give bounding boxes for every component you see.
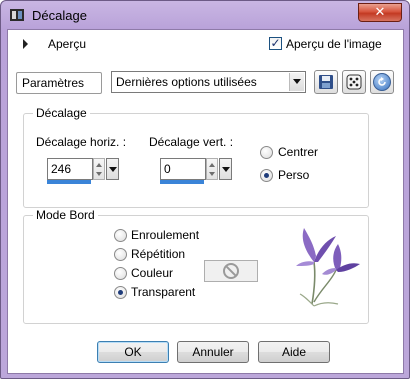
dialog-window: Décalage ✕ Aperçu ✓ Aperçu de l'image Pa… bbox=[0, 0, 410, 379]
window-title: Décalage bbox=[32, 8, 87, 23]
vert-offset-updown[interactable] bbox=[206, 158, 218, 180]
horiz-offset-updown[interactable] bbox=[93, 158, 105, 180]
radio-couleur[interactable] bbox=[114, 267, 127, 280]
vert-offset-label: Décalage vert. : bbox=[149, 135, 234, 149]
close-button[interactable]: ✕ bbox=[358, 3, 402, 22]
chevron-down-icon bbox=[109, 167, 117, 172]
radio-centrer-label[interactable]: Centrer bbox=[278, 145, 318, 159]
horiz-offset-input[interactable]: 246 bbox=[47, 158, 93, 180]
vert-offset-input[interactable]: 0 bbox=[160, 158, 206, 180]
horiz-offset-slider-bar[interactable] bbox=[47, 180, 91, 184]
radio-perso-label[interactable]: Perso bbox=[278, 168, 309, 182]
preview-image-checkbox[interactable]: ✓ bbox=[269, 37, 282, 50]
params-label: Paramètres bbox=[16, 72, 102, 94]
radio-repetition[interactable] bbox=[114, 248, 127, 261]
disabled-icon bbox=[223, 263, 239, 279]
title-bar[interactable]: Décalage ✕ bbox=[2, 2, 408, 28]
preview-row: Aperçu ✓ Aperçu de l'image bbox=[8, 30, 403, 58]
radio-couleur-label[interactable]: Couleur bbox=[131, 266, 173, 280]
save-preset-button[interactable] bbox=[314, 70, 338, 94]
horiz-offset-spinner: 246 bbox=[47, 158, 119, 184]
radio-repetition-label[interactable]: Répétition bbox=[131, 247, 185, 261]
radio-transparent[interactable] bbox=[114, 286, 127, 299]
params-dropdown-button[interactable] bbox=[289, 73, 304, 91]
help-button[interactable]: Aide bbox=[258, 341, 330, 363]
vert-offset-dropdown[interactable] bbox=[219, 158, 232, 180]
arrow-up-icon bbox=[96, 163, 102, 167]
close-icon: ✕ bbox=[374, 5, 386, 20]
offset-group: Décalage Décalage horiz. : 246 Décalage … bbox=[23, 106, 369, 208]
edge-mode-group: Mode Bord Enroulement Répétition Couleur… bbox=[23, 208, 369, 324]
params-selected-value: Dernières options utilisées bbox=[116, 75, 257, 89]
app-icon bbox=[10, 9, 24, 21]
random-params-button[interactable] bbox=[342, 70, 366, 94]
cancel-button[interactable]: Annuler bbox=[177, 341, 249, 363]
params-select[interactable]: Dernières options utilisées bbox=[111, 71, 306, 93]
radio-centrer[interactable] bbox=[260, 146, 273, 159]
horiz-offset-label: Décalage horiz. : bbox=[36, 135, 127, 149]
floppy-disk-icon bbox=[319, 75, 333, 89]
arrow-down-icon bbox=[96, 172, 102, 176]
arrow-up-icon bbox=[209, 163, 215, 167]
offset-group-title: Décalage bbox=[33, 106, 90, 120]
preview-image-label[interactable]: Aperçu de l'image bbox=[286, 37, 382, 51]
horiz-offset-dropdown[interactable] bbox=[106, 158, 119, 180]
radio-enroulement[interactable] bbox=[114, 229, 127, 242]
preview-toggle-label[interactable]: Aperçu bbox=[48, 37, 86, 51]
dialog-body: Aperçu ✓ Aperçu de l'image Paramètres De… bbox=[7, 29, 404, 374]
radio-enroulement-label[interactable]: Enroulement bbox=[131, 228, 199, 242]
chevron-down-icon bbox=[222, 167, 230, 172]
arrow-down-icon bbox=[209, 172, 215, 176]
ok-button[interactable]: OK bbox=[97, 341, 169, 363]
radio-perso[interactable] bbox=[260, 169, 273, 182]
chevron-down-icon bbox=[293, 79, 301, 84]
vert-offset-slider-bar[interactable] bbox=[160, 180, 204, 184]
edge-color-swatch[interactable] bbox=[204, 260, 258, 282]
reset-button[interactable] bbox=[370, 70, 394, 94]
params-row: Paramètres Dernières options utilisées bbox=[16, 70, 398, 96]
radio-transparent-label[interactable]: Transparent bbox=[131, 285, 195, 299]
vert-offset-spinner: 0 bbox=[160, 158, 232, 184]
dice-icon bbox=[346, 74, 362, 90]
edge-mode-group-title: Mode Bord bbox=[33, 208, 98, 222]
reset-arrow-icon bbox=[373, 73, 391, 91]
expand-arrow-icon[interactable] bbox=[23, 39, 28, 49]
flower-illustration-icon bbox=[296, 228, 360, 307]
